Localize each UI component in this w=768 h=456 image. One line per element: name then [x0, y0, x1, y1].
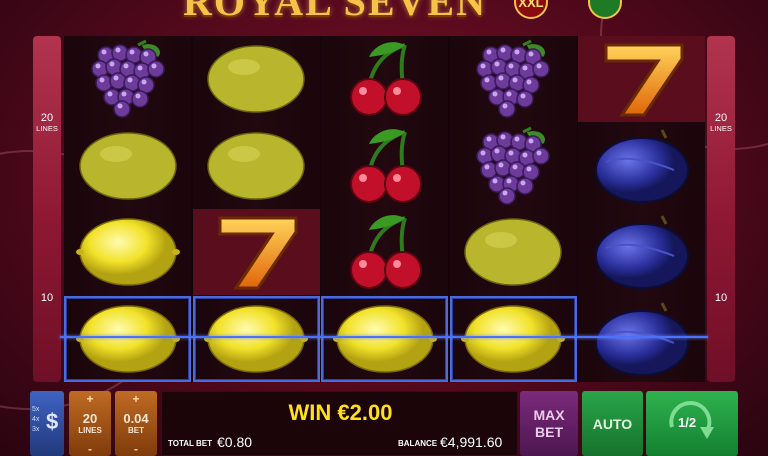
lemon-symbol: [192, 295, 320, 382]
autoplay-button[interactable]: AUTO: [582, 391, 643, 456]
lines-unit-label: LINES: [36, 124, 58, 133]
plum-symbol: [578, 296, 705, 382]
win-amount: WIN €2.00: [288, 400, 393, 425]
lemon-symbol: [193, 36, 320, 122]
total-bet-value: €0.80: [217, 434, 253, 450]
seven-symbol: [578, 36, 705, 122]
slot-game: ROYAL SEVEN XXL 20 LINES 10 20 LINES 10 …: [0, 0, 768, 456]
lemon-symbol: [193, 123, 320, 209]
plum-symbol: [578, 123, 705, 209]
lines-count-label: 20 LINES: [707, 112, 735, 133]
game-title: ROYAL SEVEN: [183, 0, 487, 24]
lines-minus-button[interactable]: -: [88, 442, 92, 456]
lemon-symbol: [321, 295, 448, 382]
grapes-symbol: [64, 36, 191, 122]
paytable-button[interactable]: 5x 4x 3x $: [30, 391, 64, 456]
paytable-multipliers: 5x 4x 3x: [32, 405, 39, 435]
autoplay-label: AUTO: [592, 415, 633, 432]
cherries-symbol: [321, 209, 448, 295]
max-bet-label: BET: [535, 423, 563, 440]
reel-area: [64, 36, 705, 382]
lines-count-value: 20: [714, 112, 728, 124]
lines-value: 20: [82, 410, 98, 426]
lemon-symbol: [64, 295, 191, 382]
paytable-line: 5x: [32, 406, 40, 413]
lines-label: LINES: [78, 425, 102, 435]
game-logo-emblem: XXL: [514, 0, 622, 19]
reel-3: [321, 36, 448, 382]
paytable-line: 4x: [32, 416, 40, 423]
bet-label: BET: [128, 425, 144, 435]
line-marker-10: 10: [714, 292, 728, 304]
winning-payline: [60, 336, 708, 338]
lines-selector[interactable]: + 20 LINES -: [69, 391, 111, 456]
grapes-symbol: [450, 123, 577, 209]
grapes-symbol: [450, 36, 577, 122]
logo-xxl-text: XXL: [518, 0, 543, 10]
lines-count-label: 20 LINES: [33, 112, 61, 133]
line-marker-10: 10: [40, 292, 54, 304]
lines-plus-button[interactable]: +: [86, 392, 93, 406]
total-bet-label: TOTAL BET: [168, 439, 212, 448]
balance-value: €4,991.60: [440, 434, 503, 450]
cherries-symbol: [321, 123, 448, 209]
paytable-line: 3x: [32, 426, 40, 433]
reel-1: [64, 36, 191, 382]
lemon-symbol: [450, 209, 577, 295]
lines-indicator-left: 20 LINES 10: [33, 36, 61, 382]
reel-4: [449, 36, 577, 382]
lines-count-value: 20: [40, 112, 54, 124]
dollar-icon: $: [46, 409, 59, 434]
reel-2: [192, 36, 320, 382]
max-bet-label: MAX: [533, 406, 565, 423]
max-bet-button[interactable]: MAX BET: [520, 391, 578, 456]
bet-value: 0.04: [123, 410, 149, 426]
reel-5: [578, 36, 705, 382]
lemon-symbol: [64, 209, 191, 295]
lines-unit-label: LINES: [710, 124, 732, 133]
balance-label: BALANCE: [398, 439, 438, 448]
bet-plus-button[interactable]: +: [132, 392, 139, 406]
lemon-symbol: [449, 295, 577, 382]
lines-indicator-right: 20 LINES 10: [707, 36, 735, 382]
bet-selector[interactable]: + 0.04 BET -: [115, 391, 157, 456]
seven-symbol: [192, 209, 320, 295]
spin-button[interactable]: 1/2: [646, 391, 738, 456]
plum-symbol: [578, 209, 705, 295]
cherries-symbol: [321, 36, 448, 122]
info-display: WIN €2.00 TOTAL BET €0.80 BALANCE €4,991…: [161, 391, 518, 456]
spin-label: 1/2: [678, 415, 697, 430]
control-bar: 5x 4x 3x $ + 20 LINES - + 0.04 BET - WIN…: [30, 391, 738, 456]
lemon-symbol: [64, 123, 191, 209]
bet-minus-button[interactable]: -: [134, 442, 138, 456]
